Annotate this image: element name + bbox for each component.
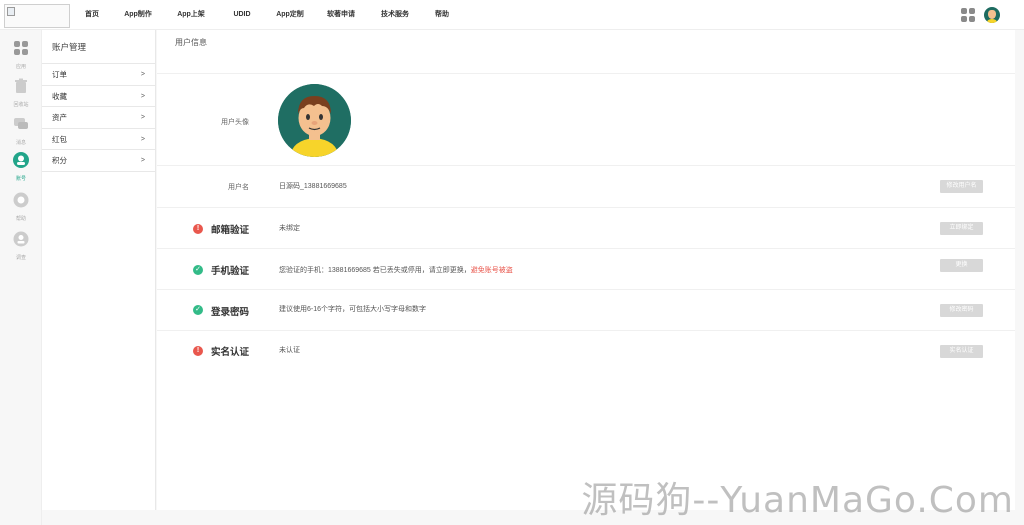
rail-item-apps[interactable]: 应用 — [0, 40, 42, 70]
chevron-right-icon: > — [140, 114, 145, 121]
rail-item-help[interactable]: 帮助 — [0, 192, 42, 222]
rail-label: 应用 — [15, 64, 26, 70]
password-label: 登录密码 — [210, 307, 249, 318]
phone-text: 您验证的手机：13881669685 若已丢失或停用，请立即更换， — [279, 267, 471, 274]
chevron-right-icon: > — [140, 71, 145, 78]
icon-rail: 应用 回收站 消息 账号 帮助 调查 — [0, 30, 42, 525]
submenu-item-redpacket[interactable]: 红包 > — [42, 129, 155, 150]
chevron-right-icon: > — [140, 157, 145, 164]
account-submenu: 账户管理 订单 > 收藏 > 资产 > 红包 > 积分 > — [42, 30, 156, 510]
rail-item-message[interactable]: 消息 — [0, 116, 42, 146]
submenu-item-orders[interactable]: 订单 > — [42, 64, 155, 86]
help-icon — [13, 192, 29, 208]
change-phone-button[interactable]: 更换 — [940, 259, 983, 272]
apps-grid-icon[interactable] — [961, 8, 975, 22]
username-label: 用户名 — [228, 184, 249, 191]
email-label: 邮箱验证 — [210, 225, 249, 236]
watermark: 源码狗--YuanMaGo.Com — [581, 480, 1014, 521]
apps-icon — [14, 41, 28, 55]
profile-avatar[interactable] — [278, 84, 351, 157]
rail-label: 回收站 — [13, 102, 29, 108]
trash-icon — [15, 78, 27, 93]
password-value: 建议使用6-16个字符，可包括大小写字母和数字 — [279, 306, 427, 313]
nav-udid[interactable]: UDID — [218, 0, 266, 30]
message-icon — [14, 118, 28, 129]
change-password-button[interactable]: 修改密码 — [940, 304, 983, 317]
submenu-label: 订单 — [52, 70, 67, 79]
submenu-label: 资产 — [52, 113, 67, 122]
phone-row: ✓ 手机验证 您验证的手机：13881669685 若已丢失或停用，请立即更换，… — [157, 249, 1015, 290]
nav-home[interactable]: 首页 — [72, 0, 112, 30]
chevron-right-icon: > — [140, 135, 145, 143]
nav-app-publish[interactable]: App上架 — [164, 0, 218, 30]
email-value: 未绑定 — [279, 225, 300, 232]
rail-label: 调查 — [15, 255, 26, 261]
check-icon: ✓ — [193, 305, 203, 315]
user-info-panel: 用户信息 用户头像 用户名 日源码_13881669685 修改用户名 ! 邮箱… — [157, 30, 1015, 510]
realname-row: ! 实名认证 未认证 实名认证 — [157, 331, 1015, 372]
username-value: 日源码_13881669685 — [279, 183, 347, 190]
main-nav: 首页 App制作 App上架 UDID App定制 软著申请 技术服务 帮助 — [72, 0, 462, 30]
bind-email-button[interactable]: 立即绑定 — [940, 222, 983, 235]
email-row: ! 邮箱验证 未绑定 立即绑定 — [157, 208, 1015, 249]
avatar-label: 用户头像 — [221, 119, 249, 126]
rail-item-trash[interactable]: 回收站 — [0, 78, 42, 108]
nav-help[interactable]: 帮助 — [422, 0, 462, 30]
realname-value: 未认证 — [279, 347, 300, 354]
survey-icon — [13, 231, 29, 247]
top-right-tools — [961, 7, 1000, 23]
user-avatar[interactable] — [984, 7, 1000, 23]
chevron-right-icon: > — [140, 92, 145, 100]
submenu-label: 收藏 — [52, 91, 67, 101]
check-icon: ✓ — [193, 265, 203, 275]
edit-username-button[interactable]: 修改用户名 — [940, 180, 983, 193]
rail-item-account[interactable]: 账号 — [0, 152, 42, 182]
username-row: 用户名 日源码_13881669685 修改用户名 — [157, 166, 1015, 208]
nav-tech-service[interactable]: 技术服务 — [368, 0, 422, 30]
broken-image-icon — [7, 7, 15, 16]
page-title: 用户信息 — [175, 38, 207, 47]
error-icon: ! — [193, 346, 203, 356]
submenu-label: 红包 — [52, 134, 67, 144]
logo[interactable] — [4, 4, 70, 28]
top-navbar: 首页 App制作 App上架 UDID App定制 软著申请 技术服务 帮助 — [0, 0, 1024, 30]
rail-item-survey[interactable]: 调查 — [0, 231, 42, 261]
submenu-label: 积分 — [52, 156, 67, 165]
submenu-item-points[interactable]: 积分 > — [42, 150, 155, 172]
nav-copyright[interactable]: 软著申请 — [314, 0, 368, 30]
phone-warning: 避免账号被盗 — [470, 267, 513, 274]
password-row: ✓ 登录密码 建议使用6-16个字符，可包括大小写字母和数字 修改密码 — [157, 290, 1015, 331]
nav-app-custom[interactable]: App定制 — [266, 0, 314, 30]
avatar-illustration-icon — [278, 84, 351, 157]
nav-app-make[interactable]: App制作 — [112, 0, 164, 30]
rail-label: 账号 — [15, 176, 26, 182]
account-icon — [13, 152, 29, 168]
phone-label: 手机验证 — [210, 266, 249, 277]
error-icon: ! — [193, 224, 203, 234]
verify-realname-button[interactable]: 实名认证 — [940, 345, 983, 358]
rail-label: 消息 — [15, 140, 26, 146]
rail-label: 帮助 — [15, 216, 26, 222]
submenu-item-favorites[interactable]: 收藏 > — [42, 86, 155, 107]
submenu-item-assets[interactable]: 资产 > — [42, 107, 155, 129]
submenu-title: 账户管理 — [42, 30, 155, 64]
phone-value: 您验证的手机：13881669685 若已丢失或停用，请立即更换，避免账号被盗 — [279, 265, 513, 275]
realname-label: 实名认证 — [210, 347, 249, 358]
